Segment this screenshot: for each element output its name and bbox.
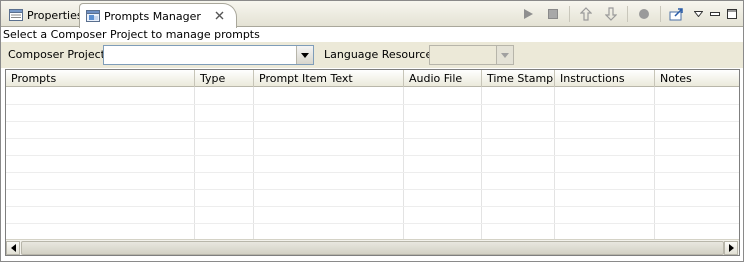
grid-line [6,189,739,190]
column-header-prompt-item-text[interactable]: Prompt Item Text [254,70,404,87]
grid-line [6,223,739,224]
minimize-icon[interactable] [708,4,722,24]
properties-icon [9,9,23,21]
project-selection-row: Composer Project: Language Resource: [1,42,743,68]
grid-line [554,87,555,239]
composer-project-combo[interactable] [103,45,314,65]
play-icon[interactable] [517,4,539,24]
grid-line [6,104,739,105]
column-header-audio-file[interactable]: Audio File [404,70,482,87]
scrollbar-thumb[interactable] [21,241,724,255]
tab-label: Properties [27,8,83,22]
grid-line [6,155,739,156]
stop-icon[interactable] [542,4,564,24]
view-menu-icon[interactable] [691,4,705,24]
tab-prompts-manager[interactable]: Prompts Manager [79,3,237,28]
column-header-notes[interactable]: Notes [655,70,739,87]
grid-line [253,87,254,239]
chevron-down-icon[interactable] [296,46,313,64]
tab-label: Prompts Manager [104,9,201,23]
grid-line [403,87,404,239]
grid-line [194,87,195,239]
grid-line [6,121,739,122]
grid-line [481,87,482,239]
move-up-icon[interactable] [575,4,597,24]
close-icon[interactable] [215,10,224,23]
grid-line [6,206,739,207]
scroll-right-icon[interactable] [724,241,738,255]
view-tab-bar: Properties Prompts Manager [1,1,743,28]
move-down-icon[interactable] [600,4,622,24]
scroll-left-icon[interactable] [6,241,20,255]
column-header-time-stamp[interactable]: Time Stamp [482,70,555,87]
maximize-icon[interactable] [725,4,739,24]
toolbar-separator [660,6,661,22]
column-header-type[interactable]: Type [195,70,254,87]
language-resource-combo[interactable] [429,45,514,65]
language-resource-label: Language Resource: [324,48,436,61]
composer-project-label: Composer Project: [8,48,109,61]
toolbar-separator [569,6,570,22]
grid-line [654,87,655,239]
column-header-instructions[interactable]: Instructions [555,70,655,87]
instruction-text: Select a Composer Project to manage prom… [3,28,260,41]
tab-properties[interactable]: Properties [3,3,83,27]
grid-line [6,138,739,139]
prompts-table[interactable]: Prompts Type Prompt Item Text Audio File… [5,69,740,256]
grid-line [6,172,739,173]
prompts-manager-view: Properties Prompts Manager Select a Comp… [0,0,744,262]
view-toolbar [517,4,739,24]
horizontal-scrollbar[interactable] [6,239,739,255]
record-icon[interactable] [633,4,655,24]
table-header: Prompts Type Prompt Item Text Audio File… [6,70,739,87]
chevron-down-icon[interactable] [496,46,513,64]
column-header-prompts[interactable]: Prompts [6,70,195,87]
prompts-manager-icon [86,10,100,22]
toolbar-separator [627,6,628,22]
export-icon[interactable] [666,4,688,24]
